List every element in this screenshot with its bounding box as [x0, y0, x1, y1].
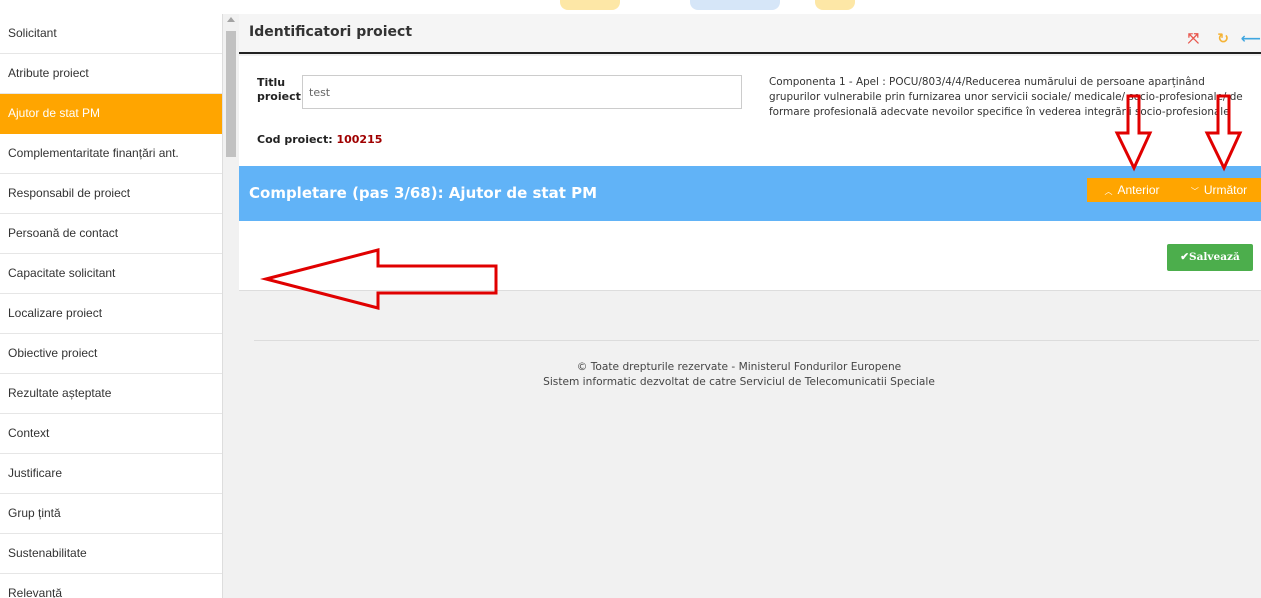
project-code: Cod proiect: 100215 [257, 133, 382, 146]
previous-step-button[interactable]: ︿ Anterior [1087, 178, 1177, 202]
chevron-up-icon: ︿ [1104, 187, 1113, 196]
footer-system-info: Sistem informatic dezvoltat de catre Ser… [543, 376, 935, 388]
step-bar: Completare (pas 3/68): Ajutor de stat PM… [239, 166, 1261, 221]
sidebar-item-atribute-proiect[interactable]: Atribute proiect [0, 54, 222, 94]
fullscreen-icon[interactable]: ⤧ [1188, 31, 1199, 47]
sidebar-item-relevanta[interactable]: Relevanță [0, 574, 222, 598]
sidebar-item-responsabil-proiect[interactable]: Responsabil de proiect [0, 174, 222, 214]
sidebar-item-complementaritate[interactable]: Complementaritate finanțări ant. [0, 134, 222, 174]
chevron-down-icon: ﹀ [1190, 187, 1199, 196]
sidebar-item-context[interactable]: Context [0, 414, 222, 454]
page-title: Identificatori proiect [249, 24, 413, 40]
previous-step-label: Anterior [1117, 183, 1160, 197]
sidebar-scrollbar[interactable] [222, 14, 239, 598]
banner-decoration [815, 0, 855, 10]
project-code-value: 100215 [336, 133, 383, 146]
sidebar-menu: Solicitant Atribute proiect Ajutor de st… [0, 14, 222, 598]
project-code-label: Cod proiect: [257, 133, 333, 146]
step-title: Completare (pas 3/68): Ajutor de stat PM [249, 184, 598, 202]
banner-decoration [690, 0, 780, 10]
sidebar-item-grup-tinta[interactable]: Grup țintă [0, 494, 222, 534]
project-identifiers: Titlu proiect test Cod proiect: 100215 C… [239, 56, 1261, 166]
save-button[interactable]: ✔Salvează [1167, 244, 1253, 271]
sidebar-item-justificare[interactable]: Justificare [0, 454, 222, 494]
back-arrow-icon[interactable]: ⟵ [1241, 31, 1261, 47]
save-button-label: Salvează [1189, 251, 1240, 263]
footer: © Toate drepturile rezervate - Ministeru… [239, 360, 1239, 390]
project-title-field[interactable]: test [302, 75, 742, 109]
next-step-label: Următor [1203, 183, 1248, 197]
sidebar-item-obiective-proiect[interactable]: Obiective proiect [0, 334, 222, 374]
check-icon: ✔ [1180, 251, 1190, 263]
footer-divider [254, 340, 1259, 341]
scroll-up-arrow-icon[interactable] [227, 17, 235, 22]
sidebar-item-solicitant[interactable]: Solicitant [0, 14, 222, 54]
main-panel: Identificatori proiect ⤧ ↻ ⟵ Titlu proie… [239, 14, 1261, 598]
refresh-icon[interactable]: ↻ [1217, 31, 1229, 47]
banner-decoration [560, 0, 620, 10]
sidebar-item-rezultate-asteptate[interactable]: Rezultate așteptate [0, 374, 222, 414]
panel-header: Identificatori proiect ⤧ ↻ ⟵ [239, 14, 1261, 54]
footer-copyright: © Toate drepturile rezervate - Ministeru… [576, 361, 902, 373]
sidebar-item-ajutor-de-stat[interactable]: Ajutor de stat PM [0, 94, 222, 134]
sidebar-item-sustenabilitate[interactable]: Sustenabilitate [0, 534, 222, 574]
componenta-description: Componenta 1 - Apel : POCU/803/4/4/Reduc… [769, 76, 1243, 118]
scrollbar-thumb[interactable] [226, 31, 236, 157]
sidebar-item-capacitate-solicitant[interactable]: Capacitate solicitant [0, 254, 222, 294]
next-step-button[interactable]: ﹀ Următor [1177, 178, 1261, 202]
sidebar-item-persoana-contact[interactable]: Persoană de contact [0, 214, 222, 254]
top-banner-strip [0, 0, 1261, 14]
save-area: ✔Salvează [239, 221, 1261, 291]
project-title-label: Titlu proiect [257, 76, 301, 103]
sidebar-item-localizare-proiect[interactable]: Localizare proiect [0, 294, 222, 334]
